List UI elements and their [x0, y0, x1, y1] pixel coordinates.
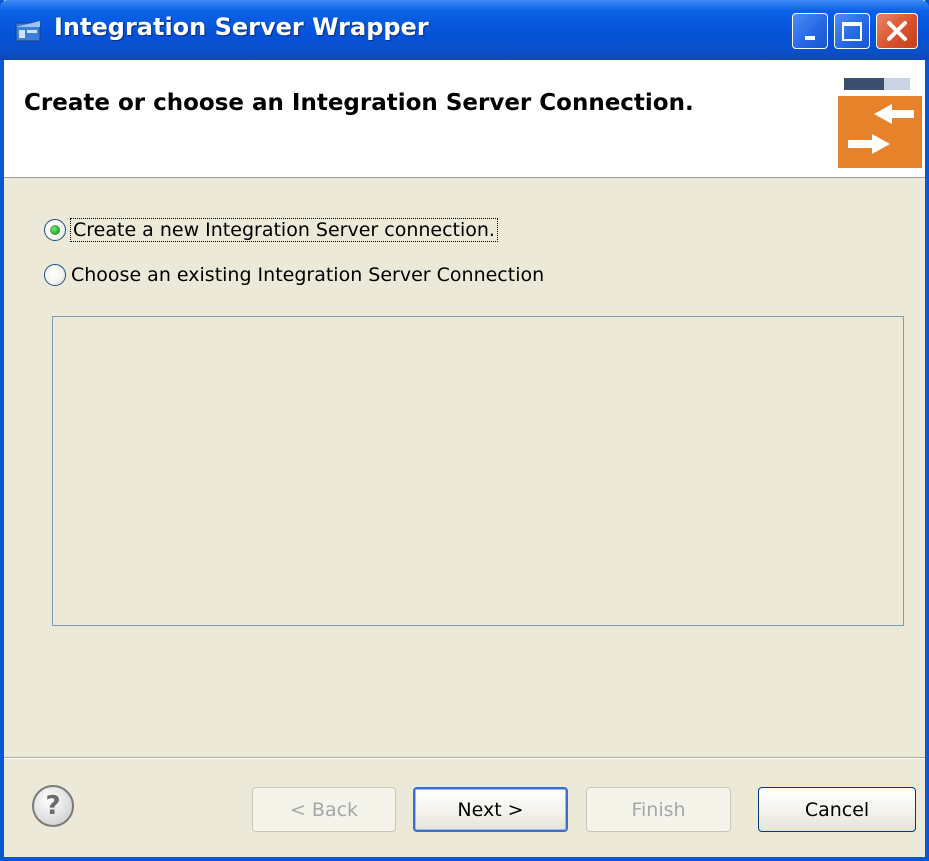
choose-connection-label[interactable]: Choose an existing Integration Server Co… [71, 264, 544, 286]
close-icon [887, 21, 907, 41]
wizard-app-icon [15, 21, 41, 42]
finish-button[interactable]: Finish [586, 787, 731, 832]
maximize-button[interactable] [834, 13, 870, 49]
window-title: Integration Server Wrapper [54, 13, 429, 41]
back-button[interactable]: < Back [252, 787, 396, 832]
cancel-button[interactable]: Cancel [758, 787, 916, 832]
existing-connections-list[interactable] [52, 316, 904, 626]
create-connection-label[interactable]: Create a new Integration Server connecti… [70, 218, 498, 242]
page-title: Create or choose an Integration Server C… [24, 90, 694, 116]
create-connection-radio[interactable] [44, 219, 66, 241]
next-button[interactable]: Next > [413, 787, 568, 832]
minimize-icon [805, 36, 815, 40]
radio-selected-dot [50, 225, 60, 235]
choose-connection-radio[interactable] [44, 264, 66, 286]
choose-connection-option[interactable]: Choose an existing Integration Server Co… [44, 264, 544, 286]
maximize-icon [842, 21, 862, 41]
title-bar[interactable]: Integration Server Wrapper [0, 0, 929, 60]
help-icon[interactable]: ? [32, 785, 74, 827]
close-button[interactable] [876, 13, 918, 49]
minimize-button[interactable] [792, 13, 828, 49]
connection-arrows-icon [838, 78, 922, 168]
wizard-window: Integration Server Wrapper Create or cho… [0, 0, 929, 861]
footer-divider-highlight [4, 758, 925, 759]
wizard-header: Create or choose an Integration Server C… [4, 60, 925, 178]
create-connection-option[interactable]: Create a new Integration Server connecti… [44, 218, 498, 242]
